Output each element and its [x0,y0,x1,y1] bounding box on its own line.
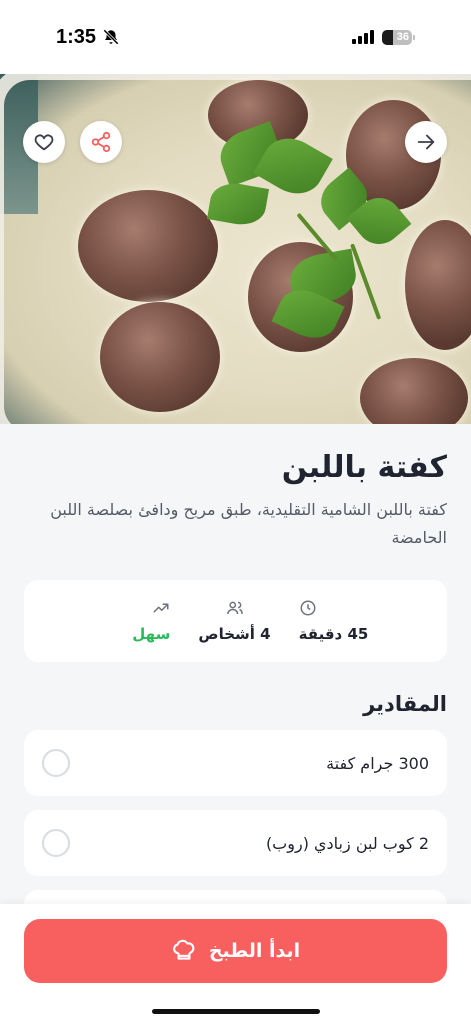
recipe-details: كفتة باللبن كفتة باللبن الشامية التقليدي… [0,424,471,930]
status-bar: 1:35 36 [0,0,471,74]
chef-hat-icon [172,939,195,960]
battery-level: 36 [396,31,409,43]
home-indicator [152,1009,320,1014]
heart-icon [34,134,54,151]
favorite-button[interactable] [23,121,65,163]
ingredient-checkbox[interactable] [42,749,70,777]
stat-time: 45 دقيقة [299,599,447,643]
share-button[interactable] [80,121,122,163]
arrow-right-icon [417,134,435,150]
users-icon [226,601,243,615]
stat-difficulty: سهل [24,599,170,643]
start-cooking-label: ابدأ الطبخ [208,940,301,962]
stat-time-value: 45 دقيقة [298,625,369,643]
stat-difficulty-value: سهل [132,625,171,643]
meatball [100,302,220,412]
ingredient-item[interactable]: 300 جرام كفتة [24,730,447,796]
battery-icon: 36 [382,29,415,45]
ingredient-item[interactable]: 2 كوب لبن زبادي (روب) [24,810,447,876]
recipe-stats-card: 45 دقيقة 4 أشخاص سهل [24,580,447,662]
clock-icon [300,600,316,616]
recipe-description: كفتة باللبن الشامية التقليدية، طبق مريح … [50,500,447,547]
ingredient-text: 2 كوب لبن زبادي (روب) [265,833,429,853]
back-button[interactable] [405,121,447,163]
trending-up-icon [153,603,169,613]
silent-bell-icon [103,29,119,45]
share-icon [91,131,111,153]
meatball [78,190,218,302]
cellular-signal-icon [352,29,374,44]
ingredients-heading: المقادير [363,692,447,716]
recipe-hero-image [0,74,471,424]
recipe-screen: 1:35 36 كفتة باللبن كفتة باللبن الشامية … [0,0,471,1024]
stat-servings: 4 أشخاص [170,599,298,643]
start-cooking-button[interactable]: ابدأ الطبخ [24,919,447,983]
status-time: 1:35 [56,26,120,49]
bottom-action-bar: ابدأ الطبخ [0,904,471,1024]
status-right: 36 [352,29,415,45]
ingredient-checkbox[interactable] [42,829,70,857]
stat-servings-value: 4 أشخاص [198,625,271,643]
time-text: 1:35 [56,25,97,48]
ingredient-text: 300 جرام كفتة [326,753,429,773]
recipe-title: كفتة باللبن [281,450,447,485]
